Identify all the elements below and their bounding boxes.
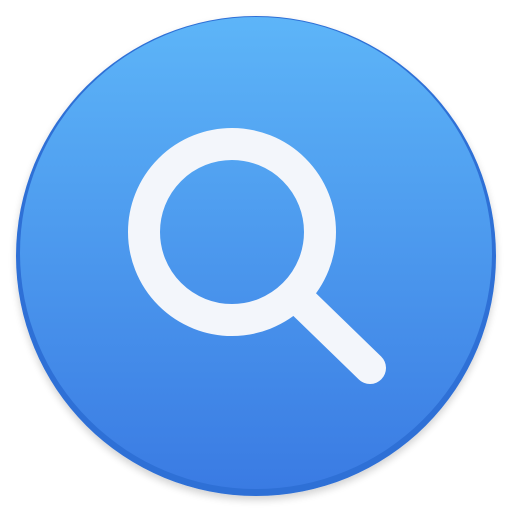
search-app-icon-graphic (16, 16, 496, 496)
search-app-icon[interactable] (0, 0, 512, 512)
app-icon-canvas (0, 0, 512, 512)
icon-background-circle (20, 17, 492, 489)
